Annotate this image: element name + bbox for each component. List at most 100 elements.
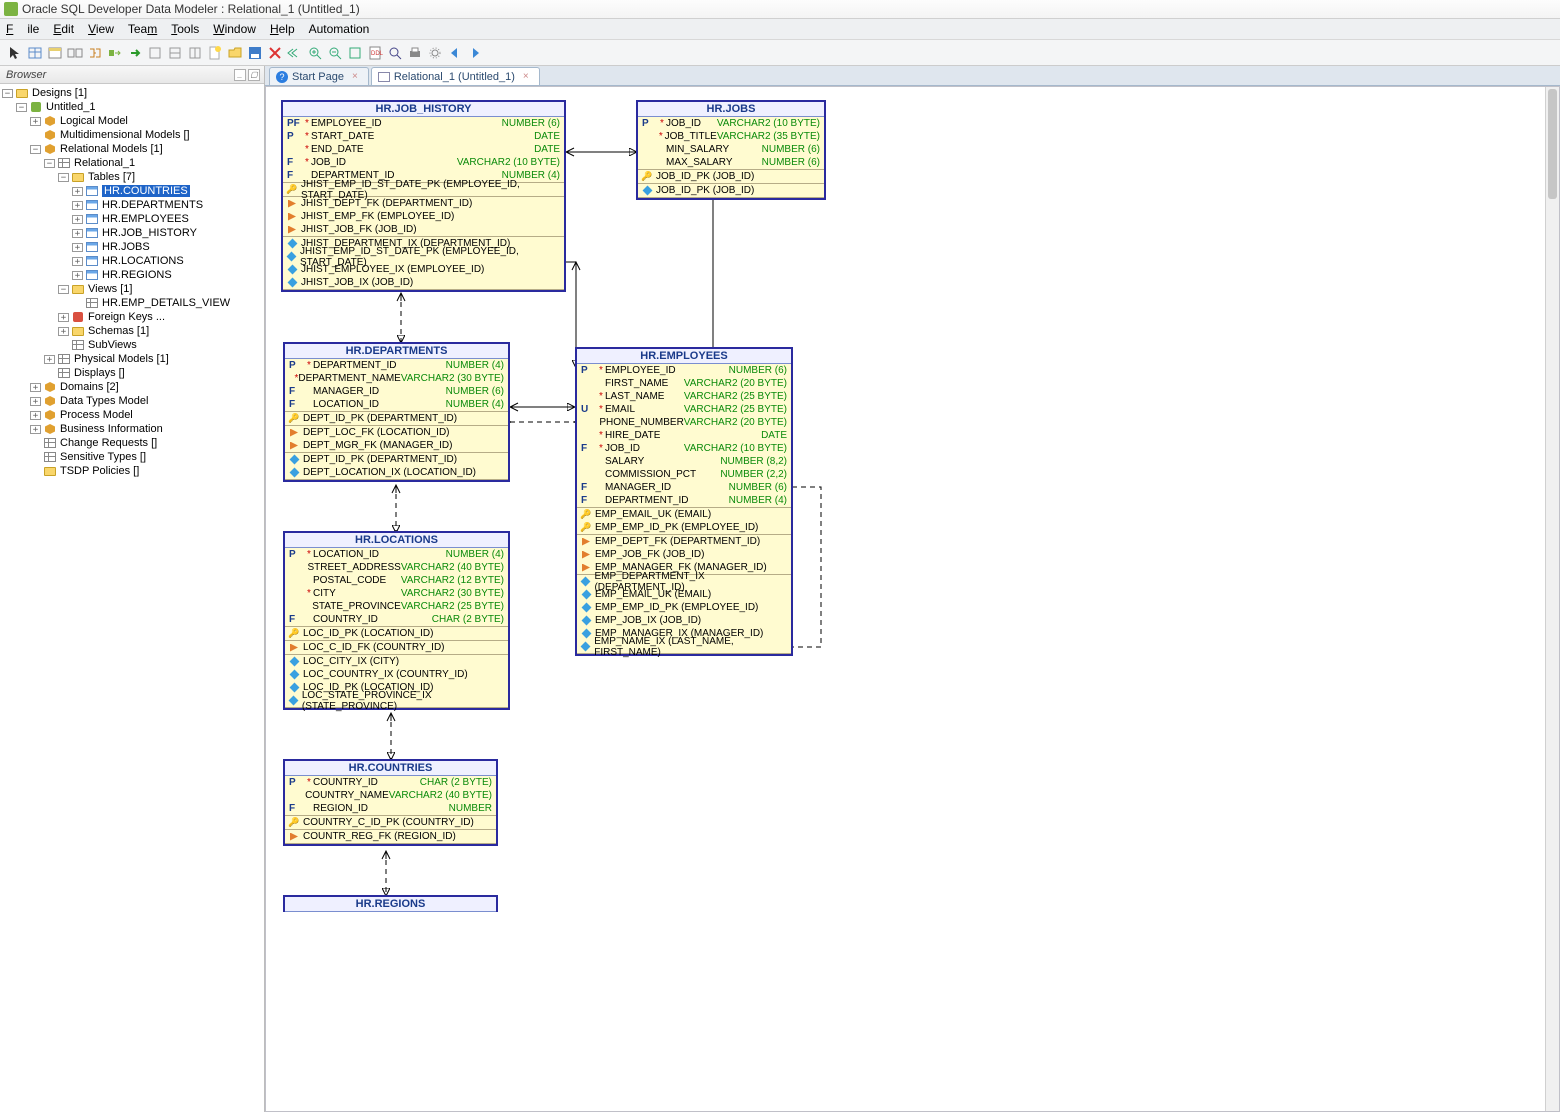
menu-view[interactable]: View <box>88 22 114 36</box>
new-icon[interactable] <box>206 44 224 62</box>
pk-row: 🔑JOB_ID_PK (JOB_ID) <box>638 170 824 183</box>
split-icon[interactable] <box>66 44 84 62</box>
ix-row: LOC_CITY_IX (CITY) <box>285 655 508 668</box>
table-countries[interactable]: HR.COUNTRIES P*COUNTRY_IDCHAR (2 BYTE)CO… <box>283 759 498 846</box>
tree-rel1[interactable]: −Relational_1 <box>0 156 264 170</box>
column-row: STATE_PROVINCEVARCHAR2 (25 BYTE) <box>285 600 508 613</box>
column-row: COUNTRY_NAMEVARCHAR2 (40 BYTE) <box>285 789 496 802</box>
column-row: *DEPARTMENT_NAMEVARCHAR2 (30 BYTE) <box>285 372 508 385</box>
minimize-icon[interactable]: _ <box>234 69 246 81</box>
browser-tree[interactable]: −Designs [1] −Untitled_1 +Logical Model … <box>0 84 264 1112</box>
back-icon[interactable] <box>446 44 464 62</box>
print-icon[interactable] <box>406 44 424 62</box>
tree-countries[interactable]: +HR.COUNTRIES <box>0 184 264 198</box>
table-icon[interactable] <box>26 44 44 62</box>
tree-relmodels[interactable]: −Relational Models [1] <box>0 142 264 156</box>
menu-help[interactable]: Help <box>270 22 295 36</box>
tab-relational[interactable]: Relational_1 (Untitled_1) × <box>371 67 540 85</box>
column-row: POSTAL_CODEVARCHAR2 (12 BYTE) <box>285 574 508 587</box>
table-title: HR.EMPLOYEES <box>577 349 791 364</box>
search-icon[interactable] <box>386 44 404 62</box>
tree-departments[interactable]: +HR.DEPARTMENTS <box>0 198 264 212</box>
save-icon[interactable] <box>246 44 264 62</box>
table-title: HR.LOCATIONS <box>285 533 508 548</box>
fit-icon[interactable] <box>346 44 364 62</box>
column-row: *JOB_TITLEVARCHAR2 (35 BYTE) <box>638 130 824 143</box>
tree-subviews[interactable]: SubViews <box>0 338 264 352</box>
next-icon[interactable] <box>466 44 484 62</box>
ix-row: DEPT_LOCATION_IX (LOCATION_ID) <box>285 466 508 479</box>
tree-schemas[interactable]: +Schemas [1] <box>0 324 264 338</box>
tree-domains[interactable]: +Domains [2] <box>0 380 264 394</box>
diagram-canvas[interactable]: HR.JOB_HISTORY PF*EMPLOYEE_IDNUMBER (6)P… <box>265 86 1560 1112</box>
column-row: STREET_ADDRESSVARCHAR2 (40 BYTE) <box>285 561 508 574</box>
zoom-out-icon[interactable] <box>326 44 344 62</box>
forward-green-icon[interactable] <box>126 44 144 62</box>
zoom-prev-icon[interactable] <box>286 44 304 62</box>
table-title: HR.DEPARTMENTS <box>285 344 508 359</box>
ix-row: LOC_STATE_PROVINCE_IX (STATE_PROVINCE) <box>285 694 508 707</box>
tree-change[interactable]: Change Requests [] <box>0 436 264 450</box>
table-departments[interactable]: HR.DEPARTMENTS P*DEPARTMENT_IDNUMBER (4)… <box>283 342 510 482</box>
tree-displays[interactable]: Displays [] <box>0 366 264 380</box>
table-regions[interactable]: HR.REGIONS <box>283 895 498 912</box>
tree-multi[interactable]: Multidimensional Models [] <box>0 128 264 142</box>
ddl-icon[interactable]: DDL <box>366 44 384 62</box>
tree-untitled[interactable]: −Untitled_1 <box>0 100 264 114</box>
close-icon[interactable]: × <box>523 71 529 82</box>
column-row: COMMISSION_PCTNUMBER (2,2) <box>577 468 791 481</box>
tree-jobs[interactable]: +HR.JOBS <box>0 240 264 254</box>
tree-fks[interactable]: +Foreign Keys ... <box>0 310 264 324</box>
editor-tabs: ? Start Page × Relational_1 (Untitled_1)… <box>265 66 1560 86</box>
tree-jobhistory[interactable]: +HR.JOB_HISTORY <box>0 226 264 240</box>
tree-regions[interactable]: +HR.REGIONS <box>0 268 264 282</box>
column-row: F*JOB_IDVARCHAR2 (10 BYTE) <box>577 442 791 455</box>
ix-row: JOB_ID_PK (JOB_ID) <box>638 184 824 197</box>
menu-tools[interactable]: Tools <box>171 22 199 36</box>
scroll-thumb[interactable] <box>1548 89 1557 199</box>
menu-window[interactable]: Window <box>213 22 256 36</box>
fk-icon[interactable] <box>86 44 104 62</box>
tree-view1[interactable]: HR.EMP_DETAILS_VIEW <box>0 296 264 310</box>
fk-row: EMP_JOB_FK (JOB_ID) <box>577 548 791 561</box>
tree-datatypes[interactable]: +Data Types Model <box>0 394 264 408</box>
tab-start-page[interactable]: ? Start Page × <box>269 67 369 85</box>
cursor-icon[interactable] <box>6 44 24 62</box>
restore-icon[interactable]: ▢ <box>248 69 260 81</box>
close-icon[interactable]: × <box>352 71 358 82</box>
tree-designs[interactable]: −Designs [1] <box>0 86 264 100</box>
box3-icon[interactable] <box>186 44 204 62</box>
engineer-icon[interactable] <box>106 44 124 62</box>
tree-employees[interactable]: +HR.EMPLOYEES <box>0 212 264 226</box>
pk-row: 🔑EMP_EMAIL_UK (EMAIL) <box>577 508 791 521</box>
box1-icon[interactable] <box>146 44 164 62</box>
vertical-scrollbar[interactable] <box>1545 87 1559 1111</box>
gear-icon[interactable] <box>426 44 444 62</box>
table-employees[interactable]: HR.EMPLOYEES P*EMPLOYEE_IDNUMBER (6)FIRS… <box>575 347 793 656</box>
column-row: P*DEPARTMENT_IDNUMBER (4) <box>285 359 508 372</box>
tree-business[interactable]: +Business Information <box>0 422 264 436</box>
tree-logical[interactable]: +Logical Model <box>0 114 264 128</box>
zoom-in-icon[interactable] <box>306 44 324 62</box>
menu-edit[interactable]: Edit <box>53 22 74 36</box>
svg-text:DDL: DDL <box>371 51 383 57</box>
tree-physical[interactable]: +Physical Models [1] <box>0 352 264 366</box>
tree-locations[interactable]: +HR.LOCATIONS <box>0 254 264 268</box>
tree-tables[interactable]: −Tables [7] <box>0 170 264 184</box>
box2-icon[interactable] <box>166 44 184 62</box>
menu-file[interactable]: File <box>6 22 39 36</box>
tree-views[interactable]: −Views [1] <box>0 282 264 296</box>
tree-sensitive[interactable]: Sensitive Types [] <box>0 450 264 464</box>
open-icon[interactable] <box>226 44 244 62</box>
tree-process[interactable]: +Process Model <box>0 408 264 422</box>
table-jobs[interactable]: HR.JOBS P*JOB_IDVARCHAR2 (10 BYTE)*JOB_T… <box>636 100 826 200</box>
table-locations[interactable]: HR.LOCATIONS P*LOCATION_IDNUMBER (4)STRE… <box>283 531 510 710</box>
menu-team[interactable]: Team <box>128 22 157 36</box>
column-row: *CITYVARCHAR2 (30 BYTE) <box>285 587 508 600</box>
table-job-history[interactable]: HR.JOB_HISTORY PF*EMPLOYEE_IDNUMBER (6)P… <box>281 100 566 292</box>
tree-tsdp[interactable]: TSDP Policies [] <box>0 464 264 478</box>
help-icon: ? <box>276 71 288 83</box>
view-icon[interactable] <box>46 44 64 62</box>
delete-icon[interactable] <box>266 44 284 62</box>
menu-automation[interactable]: Automation <box>309 22 370 36</box>
